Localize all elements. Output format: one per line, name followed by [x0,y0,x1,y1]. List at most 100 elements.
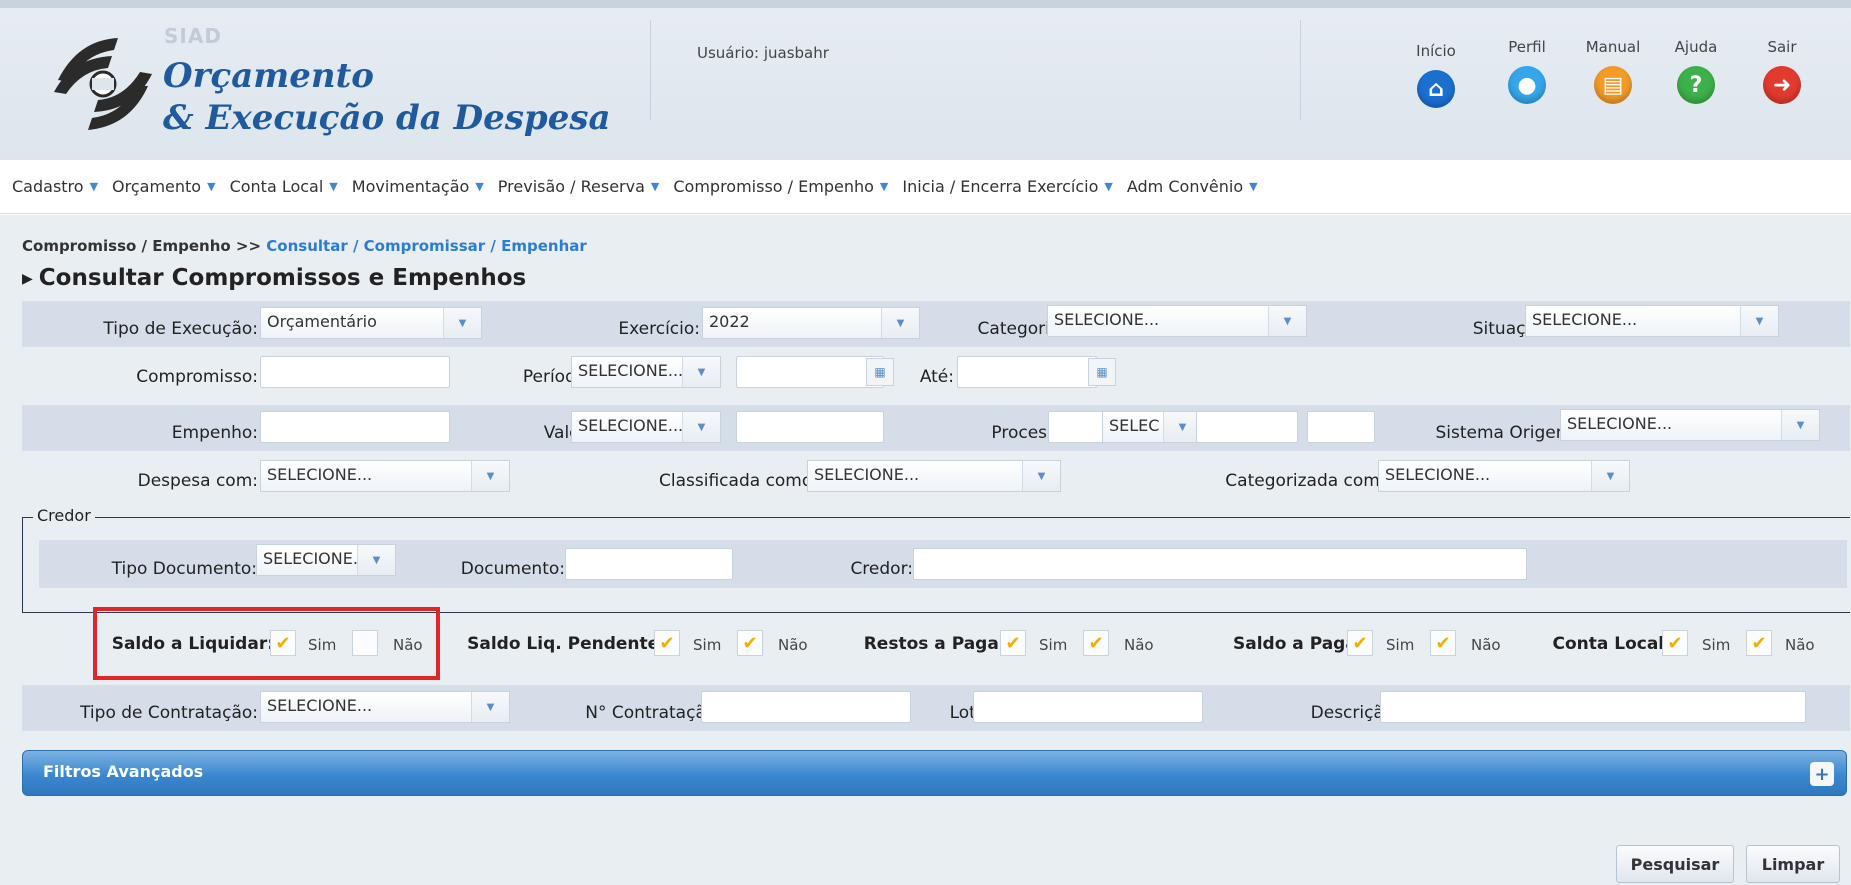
periodo-start-date-input[interactable] [736,356,884,388]
sistema-origem-select[interactable]: SELECIONE... ▼ [1560,409,1820,441]
restos-pagar-nao-checkbox[interactable]: ✔ [1083,630,1109,656]
chevron-down-icon: ▼ [357,545,395,575]
menu-label: Orçamento [112,177,202,196]
saldo-liq-pendente-sim-checkbox[interactable]: ✔ [654,630,680,656]
situacao-select[interactable]: SELECIONE... ▼ [1525,305,1779,337]
select-value: SELECIONE... [1054,310,1160,329]
main-menu: Cadastro ▼ Orçamento ▼ Conta Local ▼ Movime… [0,160,1851,214]
conta-local-nao-checkbox[interactable]: ✔ [1746,630,1772,656]
valor-input[interactable] [736,411,884,443]
calendar-icon[interactable]: ▦ [1088,358,1116,386]
page-title-text: Consultar Compromissos e Empenhos [38,265,527,291]
menu-previsao-reserva[interactable]: Previsão / Reserva ▼ [498,177,660,196]
despesa-com-select[interactable]: SELECIONE... ▼ [260,460,510,492]
calendar-icon[interactable]: ▦ [866,358,894,386]
ate-date-input[interactable] [957,356,1097,388]
check-icon: ✔ [1005,632,1021,654]
n-contratacao-input[interactable] [701,691,911,723]
chevron-down-icon: ▼ [329,180,338,193]
unicamp-logo-icon [48,30,158,140]
menu-compromisso-empenho[interactable]: Compromisso / Empenho ▼ [673,177,888,196]
nav-ajuda[interactable]: Ajuda ? [1666,38,1726,104]
compromisso-input[interactable] [260,356,450,388]
documento-input[interactable] [565,548,733,580]
categorizada-como-label: Categorizada como: [1225,471,1396,491]
select-value: SELECIONE... [1385,465,1491,484]
logo-tag: SIAD [164,24,222,48]
form-row-contratacao: Tipo de Contratação: SELECIONE... ▼ N° C… [22,685,1850,731]
breadcrumb-current[interactable]: Consultar / Compromissar / Empenhar [266,237,586,255]
exercicio-select[interactable]: 2022 ▼ [702,307,920,339]
credor-input[interactable] [913,548,1527,580]
breadcrumb: Compromisso / Empenho >> Consultar / Com… [22,237,587,255]
logo-title-line1: Orçamento [163,56,374,96]
menu-inicia-encerra[interactable]: Inicia / Encerra Exercício ▼ [902,177,1112,196]
clear-button[interactable]: Limpar [1746,845,1840,883]
menu-label: Movimentação [351,177,470,196]
select-value: 2022 [709,312,750,331]
descricao-input[interactable] [1380,691,1806,723]
checkbox-label: Não [1785,636,1815,654]
check-icon: ✔ [659,632,675,654]
conta-local-label: Conta Local? [1552,634,1674,654]
manual-icon: ▤ [1594,66,1632,104]
checkbox-label: Sim [1039,636,1068,654]
restos-pagar-sim-checkbox[interactable]: ✔ [1000,630,1026,656]
menu-orcamento[interactable]: Orçamento ▼ [112,177,216,196]
classificada-como-select[interactable]: SELECIONE... ▼ [807,460,1061,492]
tipo-execucao-select[interactable]: Orçamentário ▼ [260,307,482,339]
select-value: SELECIONE... [263,549,369,568]
select-value: Orçamentário [267,312,377,331]
plus-icon[interactable]: + [1810,762,1834,786]
checkbox-label: Não [1124,636,1154,654]
menu-adm-convenio[interactable]: Adm Convênio ▼ [1127,177,1258,196]
nav-label: Ajuda [1674,38,1718,56]
triangle-right-icon: ▶ [22,270,33,287]
tipo-documento-select[interactable]: SELECIONE... ▼ [256,544,396,576]
processo-part2-input[interactable] [1196,411,1298,443]
processo-select[interactable]: SELEC ▼ [1102,411,1202,443]
periodo-select[interactable]: SELECIONE... ▼ [571,356,721,388]
categoria-label: Categoria: [977,319,1066,339]
chevron-down-icon: ▼ [879,180,889,193]
advanced-filters-label: Filtros Avançados [43,762,204,781]
help-icon: ? [1677,66,1715,104]
check-icon: ✔ [1667,632,1683,654]
saldo-pagar-sim-checkbox[interactable]: ✔ [1347,630,1373,656]
select-value: SELECIONE... [267,696,373,715]
nav-manual[interactable]: Manual ▤ [1578,38,1648,104]
chevron-down-icon: ▼ [682,412,720,442]
valor-select[interactable]: SELECIONE... ▼ [571,411,721,443]
select-value: SELECIONE... [578,361,684,380]
menu-label: Cadastro [12,177,84,196]
logo-title-line2: & Execução da Despesa [163,98,611,138]
chevron-down-icon: ▼ [475,180,484,193]
select-value: SELECIONE... [1567,414,1673,433]
categoria-select[interactable]: SELECIONE... ▼ [1047,305,1307,337]
form-row-1: Tipo de Execução: Orçamentário ▼ Exercíc… [22,301,1850,347]
chevron-down-icon: ▼ [650,180,660,193]
tipo-contratacao-select[interactable]: SELECIONE... ▼ [260,691,510,723]
lote-input[interactable] [973,691,1203,723]
chevron-down-icon: ▼ [471,461,509,491]
search-button[interactable]: Pesquisar [1616,845,1734,883]
classificada-como-label: Classificada como: [659,471,818,491]
processo-part1-input[interactable] [1048,411,1106,443]
categorizada-como-select[interactable]: SELECIONE... ▼ [1378,460,1630,492]
nav-inicio[interactable]: Início ⌂ [1406,42,1466,108]
check-icon: ✔ [1435,632,1451,654]
breadcrumb-root: Compromisso / Empenho >> [22,237,262,255]
processo-part3-input[interactable] [1307,411,1375,443]
saldo-pagar-nao-checkbox[interactable]: ✔ [1430,630,1456,656]
nav-perfil[interactable]: Perfil ● [1497,38,1557,104]
menu-movimentacao[interactable]: Movimentação ▼ [352,177,484,196]
menu-conta-local[interactable]: Conta Local ▼ [230,177,338,196]
empenho-input[interactable] [260,411,450,443]
nav-sair[interactable]: Sair ➜ [1752,38,1812,104]
advanced-filters-bar[interactable]: Filtros Avançados + [22,750,1847,796]
menu-cadastro[interactable]: Cadastro ▼ [12,177,98,196]
app-header: SIAD Orçamento & Execução da Despesa Usu… [0,0,1851,160]
checkbox-label: Sim [693,636,722,654]
saldo-liq-pendente-nao-checkbox[interactable]: ✔ [737,630,763,656]
conta-local-sim-checkbox[interactable]: ✔ [1662,630,1688,656]
